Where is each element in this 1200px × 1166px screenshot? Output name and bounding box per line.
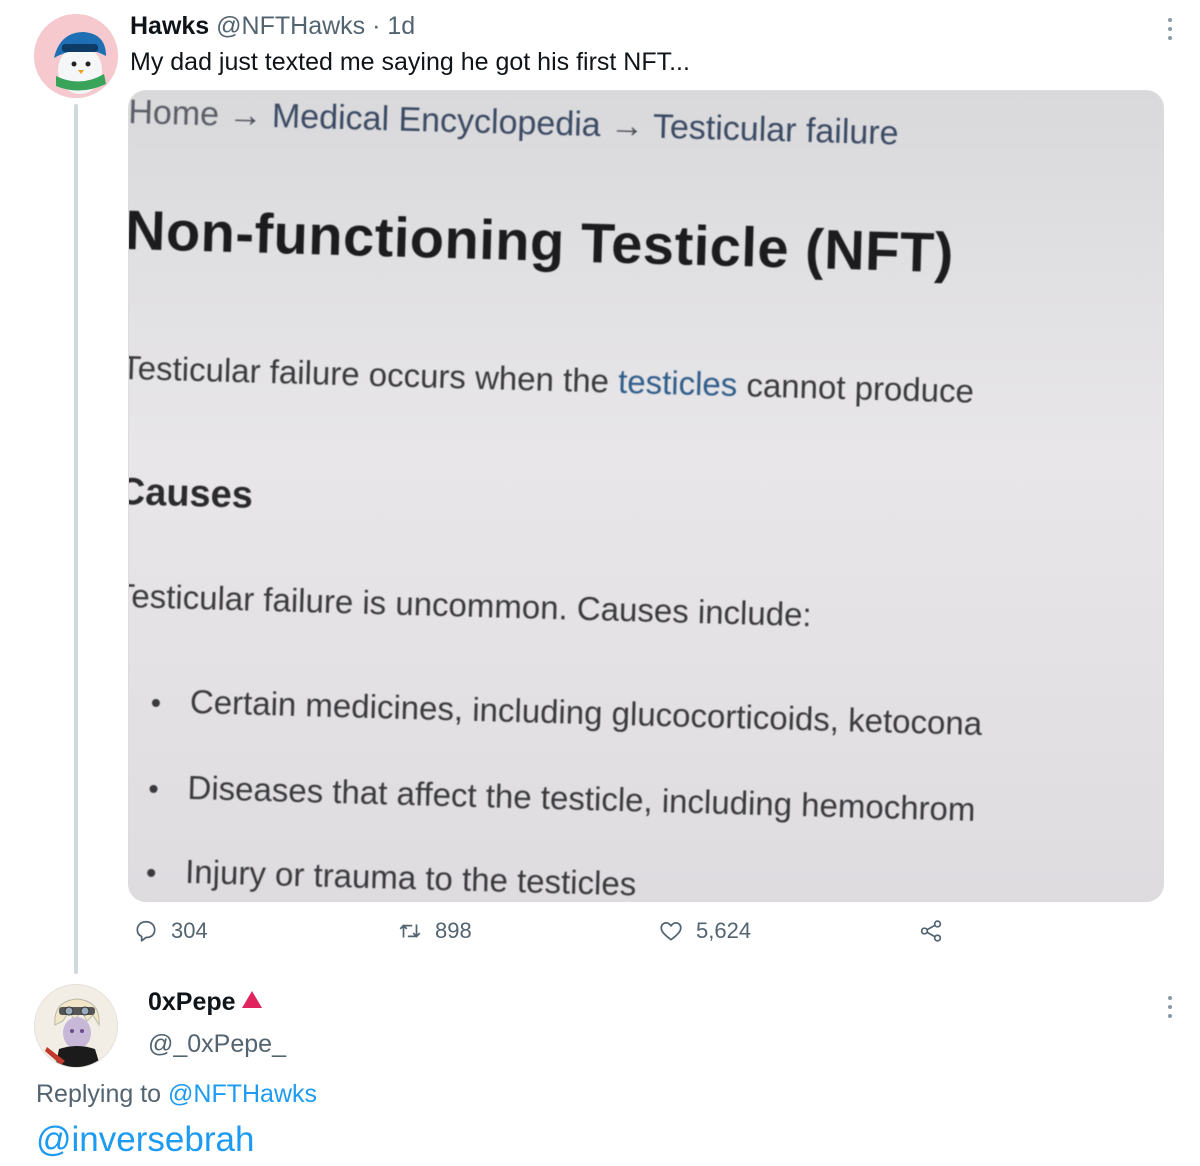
bullet-text: Diseases that affect the testicle, inclu…	[187, 768, 976, 828]
heart-icon	[660, 922, 682, 941]
breadcrumb-page: Testicular failure	[652, 107, 900, 153]
retweet-button[interactable]: 898	[397, 918, 472, 944]
tweet-timestamp[interactable]: 1d	[387, 12, 415, 40]
reply-author-avatar[interactable]	[34, 984, 118, 1068]
thread-connector-line	[74, 104, 78, 974]
photo-bullet: Diseases that affect the testicle, inclu…	[149, 768, 976, 829]
tweet-header: Hawks @NFTHawks · 1d	[130, 12, 415, 41]
more-options-icon[interactable]	[1165, 18, 1175, 44]
comment-bubble-icon	[136, 920, 156, 942]
intro-start: Testicular failure occurs when the	[128, 348, 619, 400]
tweet-text: My dad just texted me saying he got his …	[130, 48, 690, 76]
reply-button[interactable]: 304	[133, 918, 208, 944]
bullet-dot-icon	[149, 785, 158, 794]
intro-link: testicles	[617, 362, 738, 404]
photo-title: Non-functioning Testicle (NFT)	[128, 197, 955, 285]
more-options-icon[interactable]	[1165, 996, 1175, 1022]
reply-author-name[interactable]: 0xPepe	[148, 988, 262, 1017]
share-button[interactable]	[918, 918, 956, 944]
replying-to-line: Replying to @NFTHawks	[36, 1080, 317, 1109]
red-triangle-badge-icon	[241, 991, 262, 1008]
author-name[interactable]: Hawks	[130, 12, 209, 40]
penguin-avatar-icon	[34, 14, 118, 98]
breadcrumb-arrow: →	[609, 106, 645, 146]
photo-breadcrumb: Home → Medical Encyclopedia → Testicular…	[128, 92, 900, 153]
like-count: 5,624	[696, 918, 752, 943]
author-avatar[interactable]	[34, 14, 118, 98]
reply-text-mention[interactable]: @inversebrah	[36, 1120, 254, 1160]
replying-prefix: Replying to	[36, 1080, 169, 1108]
retweet-arrows-icon	[399, 924, 421, 938]
intro-end: cannot produce	[736, 366, 975, 410]
replying-to-mention[interactable]: @NFTHawks	[168, 1080, 317, 1108]
share-nodes-icon	[920, 920, 942, 942]
photo-paragraph: Testicular failure is uncommon. Causes i…	[128, 576, 813, 634]
time-separator: ·	[372, 12, 381, 40]
author-handle[interactable]: @NFTHawks	[216, 12, 365, 40]
photo-content: Home → Medical Encyclopedia → Testicular…	[128, 91, 1163, 902]
tweet-photo[interactable]: Home → Medical Encyclopedia → Testicular…	[128, 90, 1164, 902]
bullet-dot-icon	[151, 699, 161, 708]
reply-count: 304	[171, 918, 208, 943]
breadcrumb-home: Home	[128, 92, 220, 134]
like-button[interactable]: 5,624	[658, 918, 751, 944]
photo-bullet: Injury or trauma to the testicles	[147, 852, 637, 902]
photo-bullet: Certain medicines, including glucocortic…	[151, 682, 983, 743]
bullet-text: Certain medicines, including glucocortic…	[189, 682, 983, 743]
bullet-text: Injury or trauma to the testicles	[184, 852, 637, 902]
anime-character-avatar-icon	[35, 985, 117, 1067]
retweet-count: 898	[435, 918, 472, 943]
reply-author-handle[interactable]: @_0xPepe_	[148, 1030, 286, 1059]
photo-intro: Testicular failure occurs when the testi…	[128, 348, 975, 411]
reply-author-name-text: 0xPepe	[148, 988, 236, 1016]
breadcrumb-arrow: →	[228, 95, 264, 135]
bullet-dot-icon	[147, 869, 156, 878]
breadcrumb-section: Medical Encyclopedia	[271, 97, 602, 145]
tweet-action-bar: 304 898 5,624	[0, 918, 1200, 950]
photo-heading: Causes	[128, 470, 254, 517]
tweet-thread: Hawks @NFTHawks · 1d My dad just texted …	[0, 0, 1200, 1166]
